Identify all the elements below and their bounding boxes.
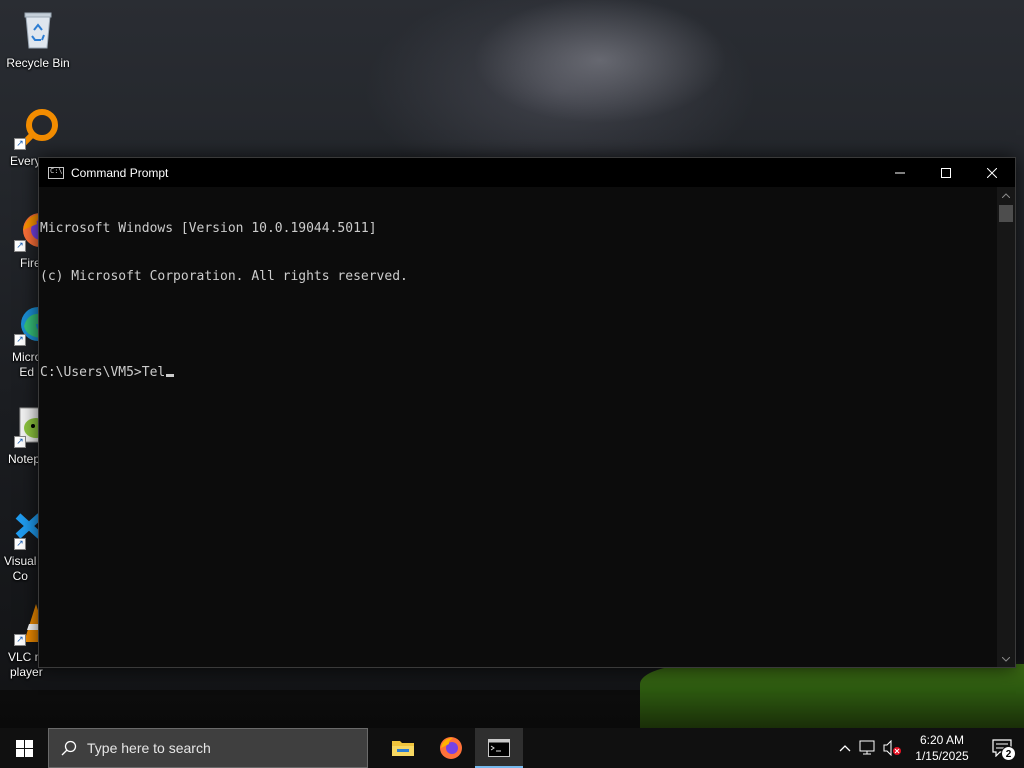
- console-line: (c) Microsoft Corporation. All rights re…: [40, 269, 408, 284]
- window-controls: [877, 158, 1015, 187]
- clock-time: 6:20 AM: [919, 733, 965, 747]
- chevron-up-icon: [1002, 192, 1010, 198]
- console-input: C:\Users\VM5>Tel: [40, 365, 166, 380]
- clock[interactable]: 6:20 AM 1/15/2025: [904, 732, 980, 764]
- taskbar: Type here to search 6:20 AM 1/15/2025 2: [0, 728, 1024, 768]
- action-center-button[interactable]: 2: [980, 728, 1024, 768]
- everything-search-icon: ↗: [14, 106, 58, 150]
- console-output[interactable]: Microsoft Windows [Version 10.0.19044.50…: [39, 187, 997, 667]
- chevron-up-icon: [839, 745, 851, 752]
- maximize-button[interactable]: [923, 158, 969, 187]
- taskbar-app-command-prompt[interactable]: [475, 728, 523, 768]
- search-placeholder: Type here to search: [87, 740, 211, 756]
- command-prompt-window[interactable]: C:\ Command Prompt Microsoft Windows [Ve…: [38, 157, 1016, 668]
- console-prompt-line: C:\Users\VM5>Tel: [40, 365, 997, 381]
- firefox-icon: [440, 737, 462, 759]
- network-button[interactable]: [856, 728, 880, 768]
- scrollbar-thumb[interactable]: [999, 205, 1013, 222]
- title-bar[interactable]: C:\ Command Prompt: [39, 158, 1015, 187]
- taskbar-app-file-explorer[interactable]: [379, 728, 427, 768]
- wallpaper-foreground: [0, 690, 700, 728]
- desktop-icon-label: Notep: [8, 452, 41, 466]
- minimize-button[interactable]: [877, 158, 923, 187]
- close-icon: [987, 167, 997, 178]
- volume-button[interactable]: [880, 728, 904, 768]
- notification-badge: 2: [1001, 746, 1016, 761]
- wallpaper-grass: [640, 664, 1024, 728]
- chevron-down-icon: [1002, 656, 1010, 662]
- windows-logo-icon: [15, 739, 33, 757]
- network-icon: [859, 740, 875, 755]
- system-tray: 6:20 AM 1/15/2025 2: [834, 728, 1024, 768]
- minimize-icon: [895, 172, 905, 173]
- window-title: Command Prompt: [71, 165, 169, 180]
- close-button[interactable]: [969, 158, 1015, 187]
- clock-date: 1/15/2025: [915, 749, 969, 763]
- folder-icon: [392, 741, 414, 756]
- recycle-bin-icon: [16, 8, 60, 52]
- start-button[interactable]: [0, 728, 48, 768]
- desktop-icon-label: Recycle Bin: [6, 56, 70, 70]
- text-cursor: [166, 374, 175, 377]
- taskbar-search-box[interactable]: Type here to search: [48, 728, 368, 768]
- desktop-icon-label: Visual Co: [4, 554, 37, 583]
- scroll-down-button[interactable]: [997, 651, 1015, 667]
- volume-muted-icon: [883, 740, 901, 756]
- desktop-icon-label: Micro Ed: [12, 350, 42, 379]
- search-icon: [61, 740, 77, 756]
- vertical-scrollbar[interactable]: [997, 187, 1015, 667]
- console-line: Microsoft Windows [Version 10.0.19044.50…: [40, 221, 377, 236]
- scroll-up-button[interactable]: [997, 187, 1015, 203]
- taskbar-app-firefox[interactable]: [427, 728, 475, 768]
- cmd-icon: [488, 739, 510, 757]
- desktop-icon-recycle-bin[interactable]: Recycle Bin: [0, 8, 76, 71]
- cmd-icon: C:\: [48, 166, 64, 179]
- maximize-icon: [941, 167, 951, 178]
- show-hidden-icons-button[interactable]: [834, 728, 856, 768]
- desktop-icon-label: Every: [10, 154, 41, 168]
